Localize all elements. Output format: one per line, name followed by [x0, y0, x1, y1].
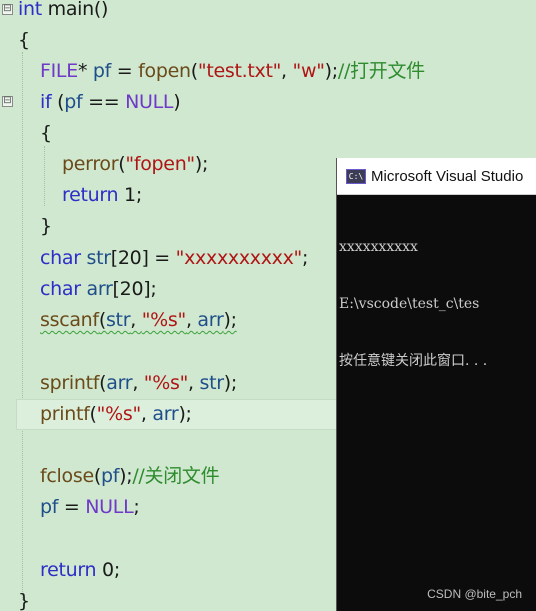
- punctuation: );: [223, 372, 238, 394]
- punctuation: ,: [281, 60, 293, 82]
- punctuation: );: [324, 60, 339, 82]
- macro: NULL: [85, 496, 134, 518]
- punctuation: (: [98, 309, 106, 331]
- identifier: str: [105, 309, 131, 331]
- punctuation: ): [173, 91, 181, 113]
- brace: {: [18, 29, 30, 51]
- string-literal: "fopen": [125, 153, 195, 175]
- function-call: printf: [40, 403, 90, 425]
- function-call: sprintf: [40, 372, 100, 394]
- identifier: arr: [197, 309, 224, 331]
- identifier: pf: [64, 91, 83, 113]
- punctuation: );: [223, 309, 237, 331]
- punctuation: (: [93, 465, 101, 487]
- code-line[interactable]: {: [0, 25, 536, 56]
- function-call: sscanf: [40, 309, 99, 331]
- comment: //关闭文件: [132, 465, 220, 487]
- comment: //打开文件: [337, 60, 425, 82]
- string-literal: "%s": [96, 403, 142, 425]
- punctuation: ,: [130, 309, 142, 331]
- console-window[interactable]: C:\ Microsoft Visual Studio xxxxxxxxxx E…: [336, 158, 536, 611]
- punctuation: );: [178, 403, 192, 425]
- function-call: fclose: [40, 465, 94, 487]
- punctuation: =: [111, 60, 139, 82]
- console-output-line: E:\vscode\test_c\tes: [339, 296, 480, 312]
- string-literal: "xxxxxxxxxx": [175, 247, 303, 269]
- keyword: return: [62, 184, 119, 206]
- keyword: if: [40, 91, 52, 113]
- identifier: str: [199, 372, 225, 394]
- code-line[interactable]: {: [0, 118, 536, 149]
- warning-squiggle[interactable]: sscanf(str, "%s", arr);: [40, 305, 237, 336]
- string-literal: "%s": [143, 372, 189, 394]
- watermark: CSDN @bite_pch: [427, 587, 522, 601]
- function-call: fopen: [138, 60, 191, 82]
- punctuation: ,: [188, 372, 200, 394]
- console-title: Microsoft Visual Studio: [371, 168, 524, 185]
- keyword: char: [40, 247, 81, 269]
- brace: }: [40, 215, 52, 237]
- function-signature: main(): [41, 0, 109, 20]
- punctuation: ,: [132, 372, 144, 394]
- function-call: perror: [62, 153, 119, 175]
- identifier: pf: [92, 60, 112, 82]
- punctuation: (: [89, 403, 97, 425]
- keyword: return: [40, 559, 97, 581]
- identifier: arr: [86, 278, 113, 300]
- punctuation: (: [190, 60, 198, 82]
- console-app-icon: C:\: [346, 169, 366, 184]
- code-line[interactable]: int main(): [0, 0, 536, 25]
- punctuation: (: [51, 91, 65, 113]
- string-literal: "w": [292, 60, 325, 82]
- punctuation: [20] =: [110, 247, 176, 269]
- console-output-line: xxxxxxxxxx: [339, 239, 418, 255]
- punctuation: ;: [133, 496, 140, 518]
- brace: }: [18, 590, 30, 611]
- brace: {: [40, 122, 52, 144]
- punctuation: ,: [140, 403, 153, 425]
- type-name: FILE: [40, 60, 78, 82]
- punctuation: =: [58, 496, 86, 518]
- punctuation: ;: [302, 247, 309, 269]
- identifier: pf: [100, 465, 120, 487]
- punctuation: *: [77, 60, 93, 82]
- macro: NULL: [125, 91, 174, 113]
- punctuation: ,: [185, 309, 198, 331]
- keyword: int: [18, 0, 42, 20]
- punctuation: );: [194, 153, 209, 175]
- string-literal: "%s": [141, 309, 187, 331]
- punctuation: );: [119, 465, 133, 487]
- console-output[interactable]: xxxxxxxxxx E:\vscode\test_c\tes 按任意键关闭此窗…: [339, 200, 487, 409]
- identifier: str: [86, 247, 112, 269]
- punctuation: [20];: [112, 278, 157, 300]
- identifier: arr: [106, 372, 133, 394]
- keyword: char: [40, 278, 81, 300]
- punctuation: 1;: [118, 184, 142, 206]
- code-line[interactable]: FILE* pf = fopen("test.txt", "w");//打开文件: [0, 56, 536, 87]
- console-title-bar[interactable]: C:\ Microsoft Visual Studio: [337, 158, 536, 195]
- punctuation: ==: [82, 91, 126, 113]
- console-output-line: 按任意键关闭此窗口. . .: [339, 353, 488, 369]
- string-literal: "test.txt": [197, 60, 282, 82]
- identifier: arr: [152, 403, 179, 425]
- punctuation: 0;: [96, 559, 120, 581]
- code-line[interactable]: if (pf == NULL): [0, 87, 536, 118]
- identifier: pf: [40, 496, 59, 518]
